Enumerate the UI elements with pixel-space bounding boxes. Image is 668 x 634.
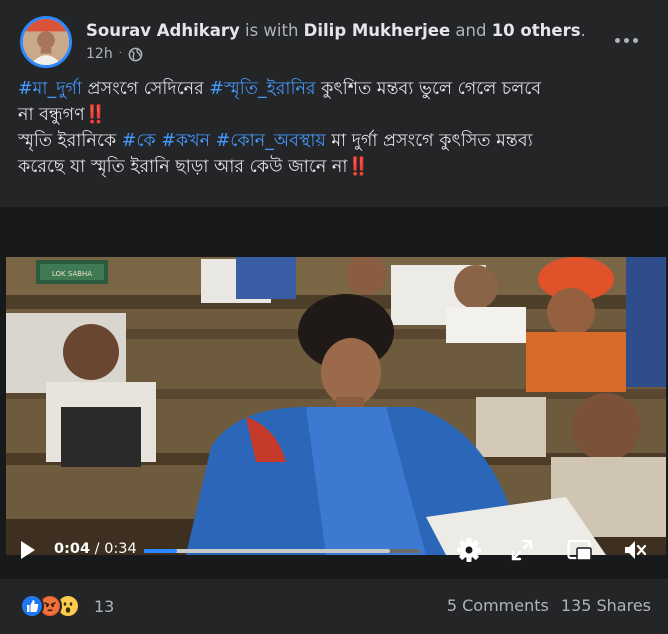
and-text: and [455, 21, 487, 40]
reaction-summary[interactable]: 13 [20, 593, 114, 619]
text-span: মা দুর্গা প্রসংগে কুৎসিত মন্তব্য [325, 131, 533, 151]
mute-icon[interactable] [622, 537, 648, 563]
post-header: Sourav Adhikary is with Dilip Mukherjee … [0, 0, 668, 72]
text-span: না বন্ধুগণ [18, 105, 85, 125]
play-icon[interactable] [14, 537, 40, 563]
post-meta: 12h · [86, 45, 143, 63]
with-text: is with [244, 21, 299, 40]
post-timestamp[interactable]: 12h [86, 45, 113, 63]
tagged-others[interactable]: 10 others [492, 21, 581, 40]
banner-text: LOK SABHA [52, 270, 92, 278]
post-text-line-2: না বন্ধুগণ‼️ [18, 102, 658, 128]
progress-buffered [144, 549, 390, 553]
miniplayer-icon[interactable] [566, 537, 592, 563]
post-text-line-4: করেছে যা স্মৃতি ইরানি ছাড়া আর কেউ জানে … [18, 154, 658, 180]
video-controls: 0:04 / 0:34 [0, 525, 668, 575]
period-text: . [580, 21, 586, 40]
post-text-line-1: #মা_দুর্গা প্রসংগে সেদিনের #স্মৃতি_ইরানি… [18, 76, 658, 102]
tagged-person[interactable]: Dilip Mukherjee [304, 21, 450, 40]
time-separator: / [90, 541, 105, 557]
author-line: Sourav Adhikary is with Dilip Mukherjee … [86, 20, 586, 42]
video-progress-bar[interactable] [144, 549, 420, 553]
shares-count-link[interactable]: 135 Shares [561, 596, 651, 615]
video-time: 0:04 / 0:34 [54, 541, 137, 557]
reaction-count[interactable]: 13 [94, 597, 114, 616]
author-name[interactable]: Sourav Adhikary [86, 21, 240, 40]
post-text: #মা_দুর্গা প্রসংগে সেদিনের #স্মৃতি_ইরানি… [18, 76, 658, 180]
text-span: কুৎশিত মন্তব্য ভুলে গেলে চলবে [315, 79, 542, 99]
double-exclamation-emoji: ‼️ [84, 105, 107, 125]
avatar-image [23, 19, 69, 65]
hashtag-link[interactable]: #স্মৃতি_ইরানির [209, 79, 315, 99]
facebook-post: Sourav Adhikary is with Dilip Mukherjee … [0, 0, 668, 634]
hashtag-link[interactable]: #কে #কখন #কোন_অবস্থায় [122, 131, 326, 151]
double-exclamation-emoji: ‼️ [347, 157, 370, 177]
duration: 0:34 [104, 541, 137, 557]
post-footer: 13 5 Comments 135 Shares [0, 580, 668, 634]
fullscreen-icon[interactable] [509, 537, 535, 563]
text-span: করেছে যা স্মৃতি ইরানি ছাড়া আর কেউ জানে … [18, 157, 348, 177]
comments-count-link[interactable]: 5 Comments [447, 596, 549, 615]
post-text-line-3: স্মৃতি ইরানিকে #কে #কখন #কোন_অবস্থায় মা… [18, 128, 658, 154]
meta-dot: · [118, 48, 122, 59]
post-stats: 5 Comments 135 Shares [447, 596, 651, 615]
more-options-icon[interactable] [610, 28, 642, 52]
text-span: স্মৃতি ইরানিকে [18, 131, 122, 151]
video-frame-image: LOK SABHA [6, 257, 666, 555]
text-span: প্রসংগে সেদিনের [81, 79, 210, 99]
author-avatar[interactable] [20, 16, 72, 68]
progress-played [144, 549, 178, 553]
current-time: 0:04 [54, 541, 91, 557]
hashtag-link[interactable]: #মা_দুর্গা [18, 79, 82, 99]
settings-gear-icon[interactable] [456, 537, 482, 563]
like-icon [20, 594, 44, 618]
globe-icon[interactable] [128, 47, 143, 62]
video-frame[interactable]: LOK SABHA [6, 257, 666, 555]
video-player[interactable]: LOK SABHA 0:04 / 0:34 [0, 207, 668, 579]
